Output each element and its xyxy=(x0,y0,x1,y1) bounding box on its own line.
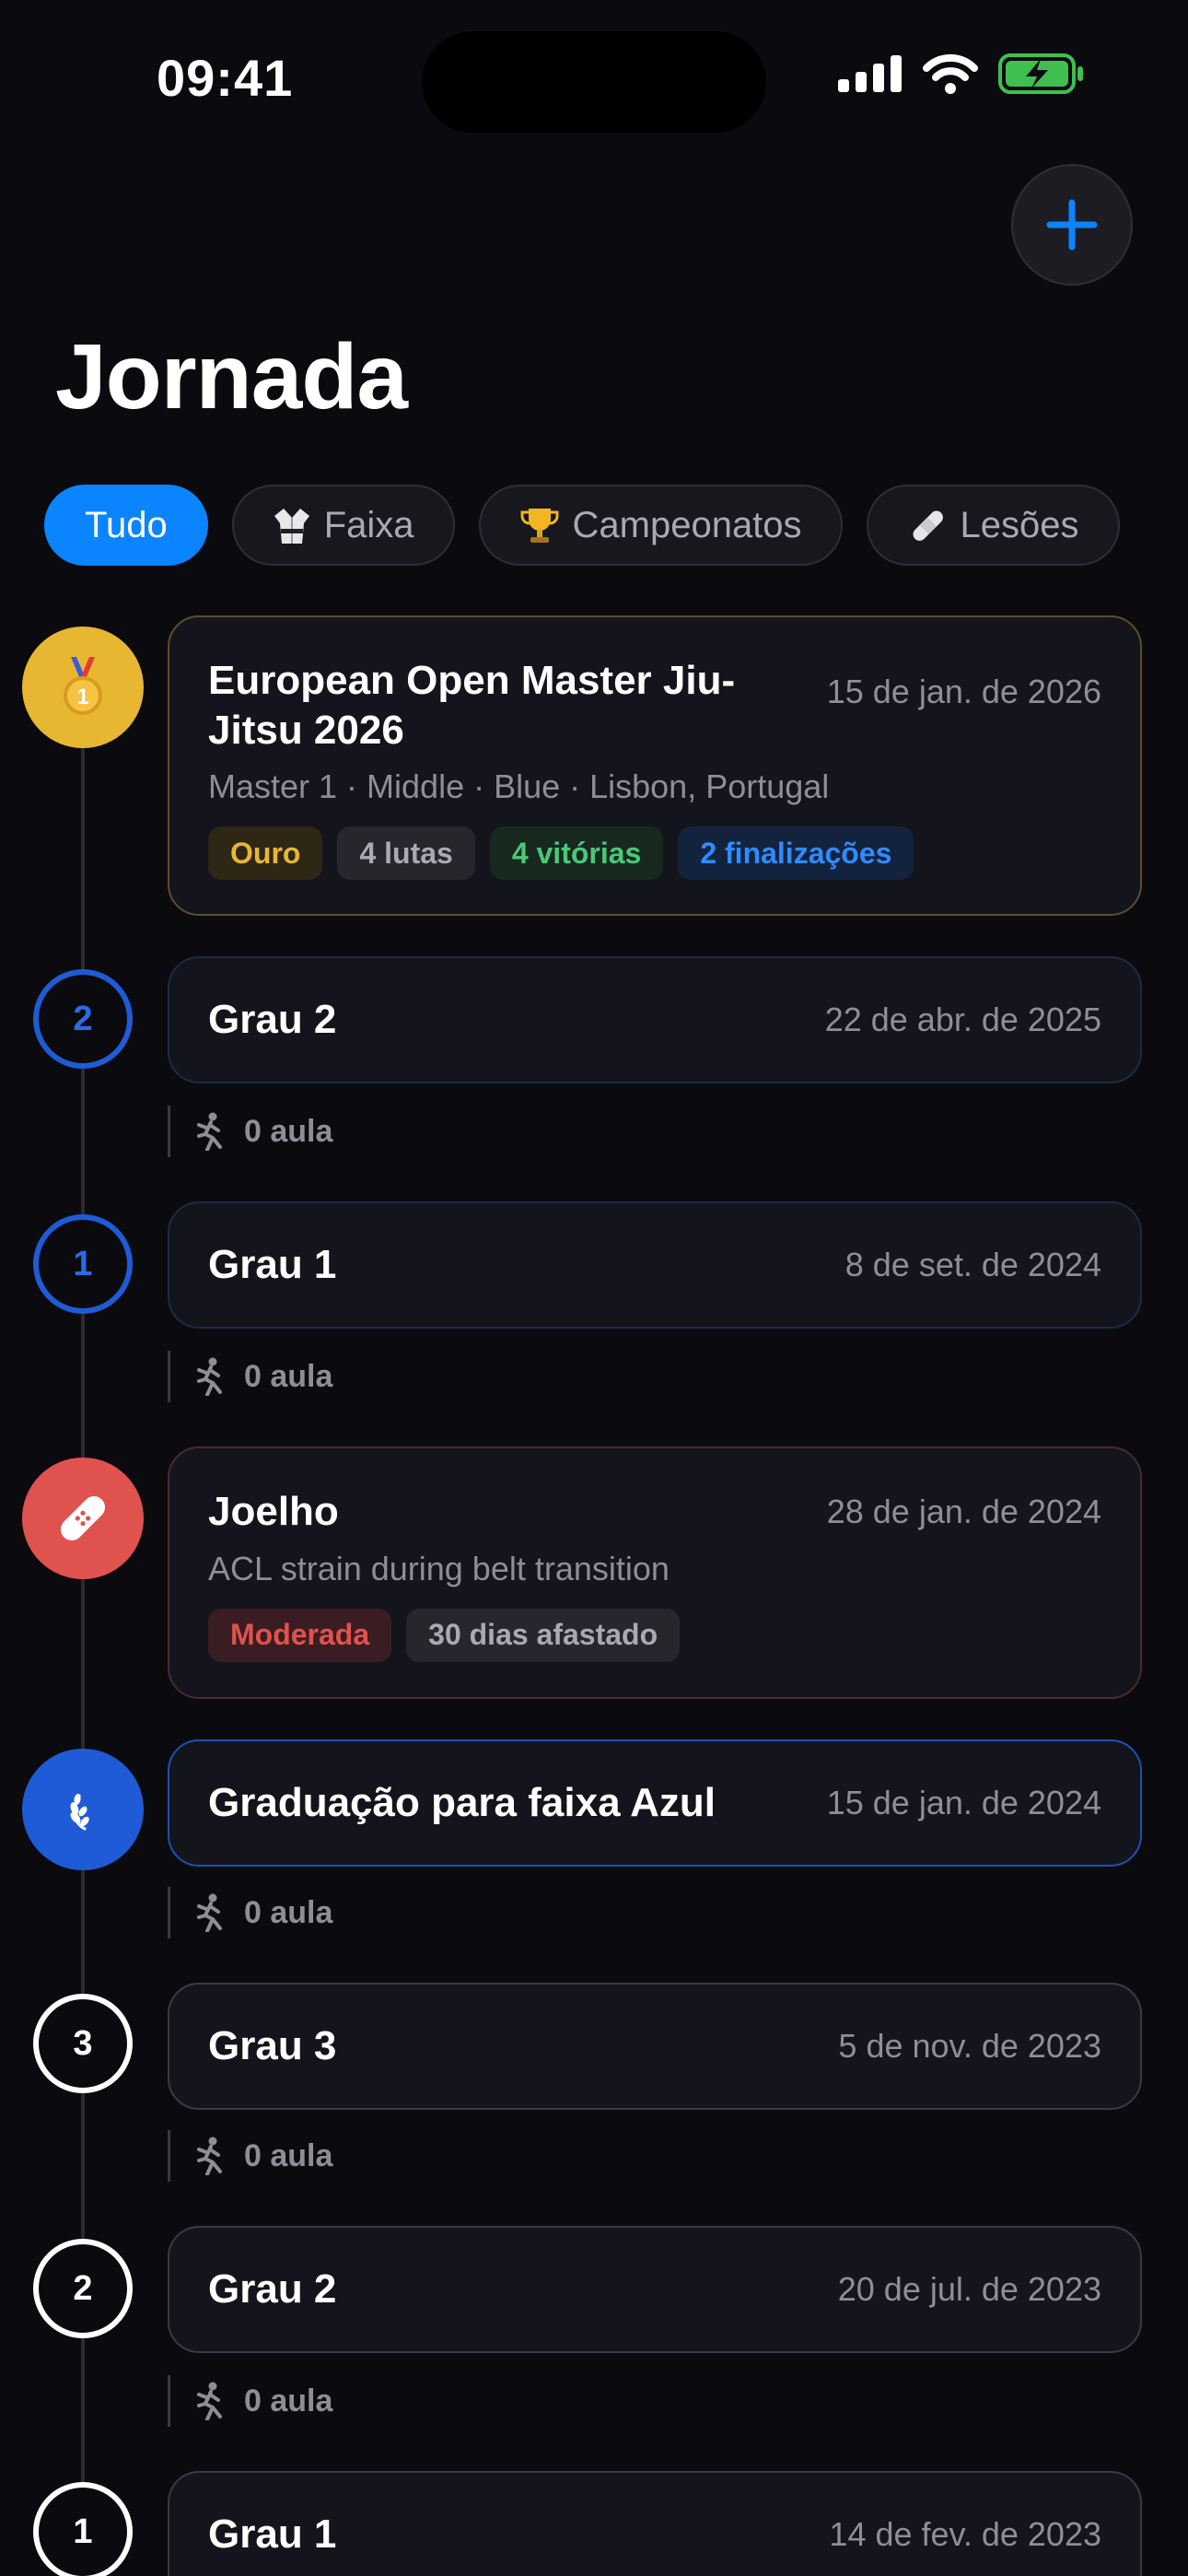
stripe-title: Grau 3 xyxy=(208,2023,337,2069)
stripe-badge: 2 xyxy=(33,2239,133,2338)
stripe-card-grau-1[interactable]: Grau 1 8 de set. de 2024 xyxy=(168,1201,1142,1329)
injury-title: Joelho xyxy=(208,1489,339,1534)
medal-icon: 1 xyxy=(64,657,102,715)
stripe-card-grau-3[interactable]: Grau 3 5 de nov. de 2023 xyxy=(168,1983,1142,2110)
filter-chip-label: Lesões xyxy=(960,504,1079,545)
time-off-tag: 30 dias afastado xyxy=(406,1608,681,1662)
injury-node xyxy=(22,1458,144,1579)
gi-icon xyxy=(274,509,309,544)
promotion-node xyxy=(22,1749,144,1870)
filter-chip-injuries[interactable]: Lesões xyxy=(866,485,1120,566)
stripe-date: 14 de fev. de 2023 xyxy=(829,2515,1101,2553)
training-sessions: 0 aula xyxy=(168,2375,332,2427)
training-sessions: 0 aula xyxy=(168,1106,332,1157)
stripe-card-grau-1[interactable]: Grau 1 14 de fev. de 2023 xyxy=(168,2471,1142,2576)
promotion-title: Graduação para faixa Azul xyxy=(208,1780,716,1826)
running-person-icon xyxy=(197,1893,222,1932)
stripe-date: 8 de set. de 2024 xyxy=(844,1246,1101,1283)
stripe-badge: 1 xyxy=(33,2482,133,2576)
stripe-title: Grau 2 xyxy=(208,997,337,1043)
filter-chip-label: Campeonatos xyxy=(572,504,802,545)
injury-tags: Moderada 30 dias afastado xyxy=(208,1608,1101,1662)
page-title: Jornada xyxy=(55,325,408,428)
running-person-icon xyxy=(197,2137,222,2175)
running-person-icon xyxy=(197,2382,222,2420)
fights-tag: 4 lutas xyxy=(337,826,475,881)
stripe-card-grau-2[interactable]: Grau 2 20 de jul. de 2023 xyxy=(168,2226,1142,2353)
filter-chip-belt[interactable]: Faixa xyxy=(231,485,455,566)
stripe-date: 5 de nov. de 2023 xyxy=(838,2027,1101,2065)
injury-date: 28 de jan. de 2024 xyxy=(826,1492,1101,1530)
laurel-icon xyxy=(70,1794,89,1831)
promotion-date: 15 de jan. de 2024 xyxy=(826,1784,1101,1821)
training-sessions: 0 aula xyxy=(168,1887,332,1938)
filter-chip-all[interactable]: Tudo xyxy=(44,485,208,566)
submissions-tag: 2 finalizações xyxy=(678,826,914,881)
status-icons xyxy=(838,53,1085,94)
stripe-title: Grau 1 xyxy=(208,1242,337,1288)
bandage-icon xyxy=(913,510,943,541)
championship-subtitle: Master 1 · Middle · Blue · Lisbon, Portu… xyxy=(208,767,830,806)
championship-date: 15 de jan. de 2026 xyxy=(826,673,1101,710)
filter-chip-label: Tudo xyxy=(85,504,168,545)
running-person-icon xyxy=(197,1357,222,1396)
training-sessions: 0 aula xyxy=(168,2130,332,2182)
status-bar: 09:41 xyxy=(0,0,1188,157)
wifi-icon xyxy=(923,53,978,94)
status-time: 09:41 xyxy=(157,49,294,107)
plus-icon xyxy=(1046,199,1098,251)
stripe-badge: 2 xyxy=(33,969,133,1069)
severity-tag: Moderada xyxy=(208,1608,392,1662)
filter-chip-championships[interactable]: Campeonatos xyxy=(478,485,843,566)
signal-icon xyxy=(838,55,902,92)
stripe-badge: 3 xyxy=(33,1994,133,2093)
championship-node: 1 xyxy=(22,626,144,748)
add-entry-button[interactable] xyxy=(1011,164,1133,286)
medal-tag: Ouro xyxy=(208,826,323,881)
filter-chip-label: Faixa xyxy=(323,504,414,545)
stripe-date: 20 de jul. de 2023 xyxy=(837,2270,1101,2308)
stripe-title: Grau 1 xyxy=(208,2512,337,2558)
injury-description: ACL strain during belt transition xyxy=(208,1549,670,1587)
championship-card[interactable]: European Open Master Jiu-Jitsu 2026 15 d… xyxy=(168,615,1142,916)
stripe-date: 22 de abr. de 2025 xyxy=(824,1001,1101,1038)
trophy-icon xyxy=(520,509,558,543)
championship-title: European Open Master Jiu-Jitsu 2026 xyxy=(208,658,736,753)
stripe-card-grau-2[interactable]: Grau 2 22 de abr. de 2025 xyxy=(168,956,1142,1083)
battery-charging-icon xyxy=(998,53,1083,94)
svg-text:1: 1 xyxy=(76,685,88,709)
wins-tag: 4 vitórias xyxy=(489,826,664,881)
stripe-badge: 1 xyxy=(33,1214,133,1314)
stripe-title: Grau 2 xyxy=(208,2266,337,2313)
training-sessions: 0 aula xyxy=(168,1351,332,1402)
championship-tags: Ouro 4 lutas 4 vitórias 2 finalizações xyxy=(208,826,1101,881)
dynamic-island xyxy=(422,31,766,133)
promotion-card[interactable]: Graduação para faixa Azul 15 de jan. de … xyxy=(168,1739,1142,1867)
filter-chips: Tudo Faixa Campeonatos Lesões xyxy=(44,485,1120,566)
injury-card[interactable]: Joelho 28 de jan. de 2024 ACL strain dur… xyxy=(168,1446,1142,1699)
bandage-icon xyxy=(60,1495,106,1541)
running-person-icon xyxy=(197,1112,222,1151)
